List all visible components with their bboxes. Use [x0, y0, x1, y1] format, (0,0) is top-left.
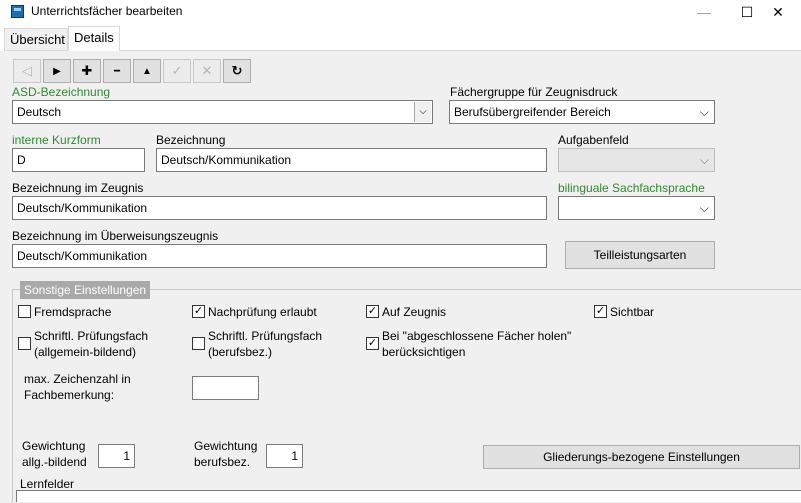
ueberweisung-label: Bezeichnung im Überweisungszeugnis	[12, 229, 219, 243]
gewichtung-beruf-line1: Gewichtung	[194, 439, 258, 453]
back-arrow-icon: ◁	[22, 63, 32, 78]
minimize-button[interactable]: —	[681, 0, 727, 24]
aufgabenfeld-label: Aufgabenfeld	[558, 133, 629, 147]
asd-label: ASD-Bezeichnung	[12, 85, 111, 99]
auf-zeugnis-checkbox[interactable]: ✓	[366, 305, 379, 318]
first-record-button[interactable]: ◁	[13, 59, 41, 83]
auf-zeugnis-label: Auf Zeugnis	[382, 305, 447, 319]
plus-icon: ✚	[81, 63, 93, 78]
cancel-button[interactable]: ✕	[193, 59, 221, 83]
gewichtung-allg-label: Gewichtung allg.-bildend	[22, 438, 87, 470]
nachpruefung-label: Nachprüfung erlaubt	[208, 305, 317, 319]
kurzform-input[interactable]: D	[12, 148, 145, 172]
checkmark-icon: ✓	[193, 305, 204, 317]
gewichtung-allg-line1: Gewichtung	[22, 439, 86, 453]
zeugnis-label: Bezeichnung im Zeugnis	[12, 181, 144, 195]
ueberweisung-input[interactable]: Deutsch/Kommunikation	[12, 244, 547, 268]
schriftl-beruf-line2: (berufsbez.)	[208, 345, 273, 359]
checkmark-icon: ✓	[367, 305, 378, 317]
teilleistungsarten-button[interactable]: Teilleistungsarten	[565, 241, 715, 269]
minus-icon: ━	[113, 65, 121, 77]
faechergruppe-label: Fächergruppe für Zeugnisdruck	[450, 85, 618, 99]
play-arrow-icon: ▶	[53, 65, 61, 77]
refresh-icon: ↻	[231, 63, 243, 78]
delete-record-button[interactable]: ━	[103, 59, 131, 83]
tab-uebersicht[interactable]: Übersicht	[4, 28, 68, 50]
close-button[interactable]: ✕	[755, 0, 801, 24]
gewichtung-beruf-line2: berufsbez.	[194, 455, 251, 469]
checkmark-icon: ✓	[171, 63, 183, 78]
max-zeichen-line1: max. Zeichenzahl in	[24, 372, 131, 386]
gewichtung-beruf-input[interactable]: 1	[266, 444, 303, 468]
schriftl-beruf-checkbox[interactable]	[192, 337, 205, 350]
app-icon	[11, 5, 24, 18]
confirm-button[interactable]: ✓	[163, 59, 191, 83]
bezeichnung-label: Bezeichnung	[156, 133, 226, 147]
chevron-down-icon: ⌵	[699, 153, 709, 167]
sichtbar-checkbox[interactable]: ✓	[594, 305, 607, 318]
asd-combobox[interactable]: Deutsch ⌵	[12, 100, 433, 124]
gewichtung-allg-line2: allg.-bildend	[22, 455, 87, 469]
schriftl-allg-line1: Schriftl. Prüfungsfach	[34, 329, 149, 343]
sichtbar-label: Sichtbar	[610, 305, 655, 319]
add-record-button[interactable]: ✚	[73, 59, 101, 83]
fremdsprache-label: Fremdsprache	[34, 305, 112, 319]
abgeschlossen-line1: Bei "abgeschlossene Fächer holen"	[382, 329, 572, 343]
schriftl-allg-label: Schriftl. Prüfungsfach (allgemein-bilden…	[34, 328, 148, 360]
chevron-down-icon[interactable]: ⌵	[414, 102, 431, 122]
tab-strip	[0, 24, 801, 51]
abgeschlossen-checkbox[interactable]: ✓	[366, 337, 379, 350]
gewichtung-beruf-label: Gewichtung berufsbez.	[194, 438, 257, 470]
checkmark-icon: ✓	[595, 305, 606, 317]
group-title: Sonstige Einstellungen	[20, 281, 151, 299]
window-title: Unterrichtsfächer bearbeiten	[31, 4, 183, 18]
faechergruppe-select[interactable]: Berufsübergreifender Bereich ⌵	[449, 100, 715, 124]
max-zeichen-input[interactable]	[192, 376, 259, 400]
chevron-down-icon: ⌵	[699, 105, 709, 119]
bilingual-select[interactable]: ⌵	[558, 196, 715, 220]
schriftl-allg-line2: (allgemein-bildend)	[34, 345, 137, 359]
asd-value: Deutsch	[17, 105, 62, 119]
move-up-button[interactable]: ▲	[133, 59, 161, 83]
gewichtung-allg-input[interactable]: 1	[98, 444, 135, 468]
up-triangle-icon: ▲	[142, 65, 152, 77]
next-record-button[interactable]: ▶	[43, 59, 71, 83]
aufgabenfeld-select[interactable]: ⌵	[558, 148, 715, 172]
nachpruefung-checkbox[interactable]: ✓	[192, 305, 205, 318]
schriftl-beruf-label: Schriftl. Prüfungsfach (berufsbez.)	[208, 328, 322, 360]
bilingual-label: bilinguale Sachfachsprache	[558, 181, 705, 195]
max-zeichen-line2: Fachbemerkung:	[24, 388, 115, 402]
schriftl-allg-checkbox[interactable]	[18, 337, 31, 350]
faechergruppe-value: Berufsübergreifender Bereich	[454, 105, 611, 119]
chevron-down-icon: ⌵	[699, 201, 709, 215]
checkmark-icon: ✓	[367, 337, 378, 349]
zeugnis-input[interactable]: Deutsch/Kommunikation	[12, 196, 547, 220]
schriftl-beruf-line1: Schriftl. Prüfungsfach	[208, 329, 323, 343]
bezeichnung-input[interactable]: Deutsch/Kommunikation	[156, 148, 547, 172]
max-zeichen-label: max. Zeichenzahl in Fachbemerkung:	[24, 371, 131, 403]
tab-details[interactable]: Details	[68, 26, 120, 51]
kurzform-label: interne Kurzform	[12, 133, 101, 147]
lernfelder-list[interactable]	[16, 490, 801, 502]
abgeschlossen-line2: berücksichtigen	[382, 345, 466, 359]
refresh-button[interactable]: ↻	[223, 59, 251, 83]
gliederung-einstellungen-button[interactable]: Gliederungs-bezogene Einstellungen	[483, 445, 800, 469]
abgeschlossen-label: Bei "abgeschlossene Fächer holen" berück…	[382, 328, 571, 360]
x-icon: ✕	[201, 63, 213, 78]
fremdsprache-checkbox[interactable]	[18, 305, 31, 318]
